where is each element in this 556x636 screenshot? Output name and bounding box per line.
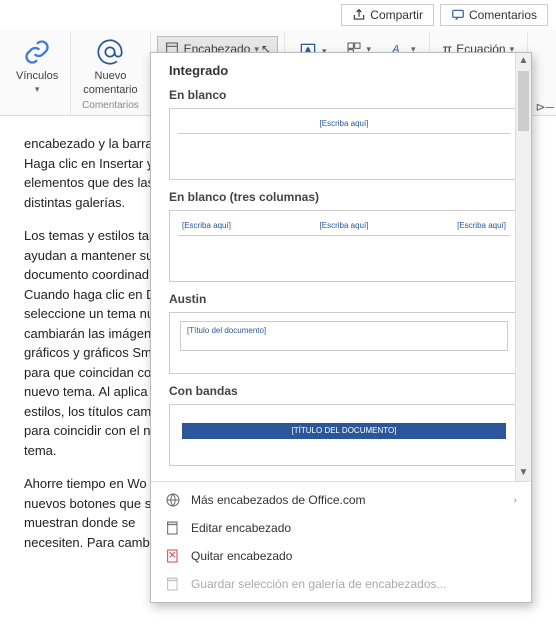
style-bands-preview[interactable]: [TÍTULO DEL DOCUMENTO] bbox=[169, 404, 519, 466]
save-gallery-icon bbox=[165, 576, 181, 592]
more-headers-label: Más encabezados de Office.com bbox=[191, 493, 366, 507]
save-selection-label: Guardar selección en galería de encabeza… bbox=[191, 577, 447, 591]
new-comment-label1: Nuevo bbox=[95, 70, 127, 82]
share-icon bbox=[352, 8, 366, 22]
comments-group: Nuevo comentario Comentarios bbox=[71, 32, 150, 115]
globe-icon bbox=[165, 492, 181, 508]
edit-header-label: Editar encabezado bbox=[191, 521, 291, 535]
style-austin-title: Austin bbox=[169, 292, 519, 306]
remove-header-label: Quitar encabezado bbox=[191, 549, 292, 563]
remove-icon bbox=[165, 548, 181, 564]
placeholder-text: [Escriba aquí] bbox=[182, 221, 231, 230]
links-group: Vínculos ▾ bbox=[4, 32, 71, 115]
placeholder-text: [Escriba aquí] bbox=[457, 221, 506, 230]
comments-label: Comentarios bbox=[469, 8, 537, 22]
scroll-up-icon[interactable]: ▲ bbox=[516, 53, 531, 69]
scroll-down-icon[interactable]: ▼ bbox=[516, 465, 531, 481]
comment-icon bbox=[451, 8, 465, 22]
remove-header-item[interactable]: Quitar encabezado bbox=[151, 542, 531, 570]
scroll-thumb[interactable] bbox=[518, 71, 529, 131]
edit-header-item[interactable]: Editar encabezado bbox=[151, 514, 531, 542]
austin-placeholder: [Título del documento] bbox=[180, 321, 508, 351]
new-comment-button[interactable]: Nuevo comentario bbox=[81, 34, 139, 98]
bands-placeholder: [TÍTULO DEL DOCUMENTO] bbox=[182, 423, 506, 439]
style-bands-title: Con bandas bbox=[169, 384, 519, 398]
comments-button[interactable]: Comentarios bbox=[440, 4, 548, 26]
save-selection-item: Guardar selección en galería de encabeza… bbox=[151, 570, 531, 598]
pin-icon[interactable]: ⊳─ bbox=[535, 100, 554, 114]
style-blank-title: En blanco bbox=[169, 88, 519, 102]
chevron-down-icon: ▾ bbox=[35, 84, 40, 95]
chevron-right-icon: › bbox=[514, 495, 517, 506]
more-headers-item[interactable]: Más encabezados de Office.com › bbox=[151, 486, 531, 514]
share-label: Compartir bbox=[370, 8, 423, 22]
header-gallery-flyout: Integrado En blanco [Escriba aquí] En bl… bbox=[150, 52, 532, 603]
at-icon bbox=[94, 36, 126, 68]
share-button[interactable]: Compartir bbox=[341, 4, 434, 26]
placeholder-text: [Escriba aquí] bbox=[320, 119, 369, 128]
gallery-scrollbar[interactable]: ▲ ▼ bbox=[515, 53, 531, 481]
style-blank-preview[interactable]: [Escriba aquí] bbox=[169, 108, 519, 180]
links-label: Vínculos bbox=[16, 70, 58, 82]
links-button[interactable]: Vínculos ▾ bbox=[14, 34, 60, 97]
edit-icon bbox=[165, 520, 181, 536]
style-austin-preview[interactable]: [Título del documento] bbox=[169, 312, 519, 374]
comments-group-title: Comentarios bbox=[82, 100, 139, 111]
link-icon bbox=[21, 36, 53, 68]
gallery-section-title: Integrado bbox=[169, 63, 519, 78]
new-comment-label2: comentario bbox=[83, 84, 137, 96]
placeholder-text: [Escriba aquí] bbox=[320, 221, 369, 230]
style-blank3-title: En blanco (tres columnas) bbox=[169, 190, 519, 204]
style-blank3-preview[interactable]: [Escriba aquí] [Escriba aquí] [Escriba a… bbox=[169, 210, 519, 282]
